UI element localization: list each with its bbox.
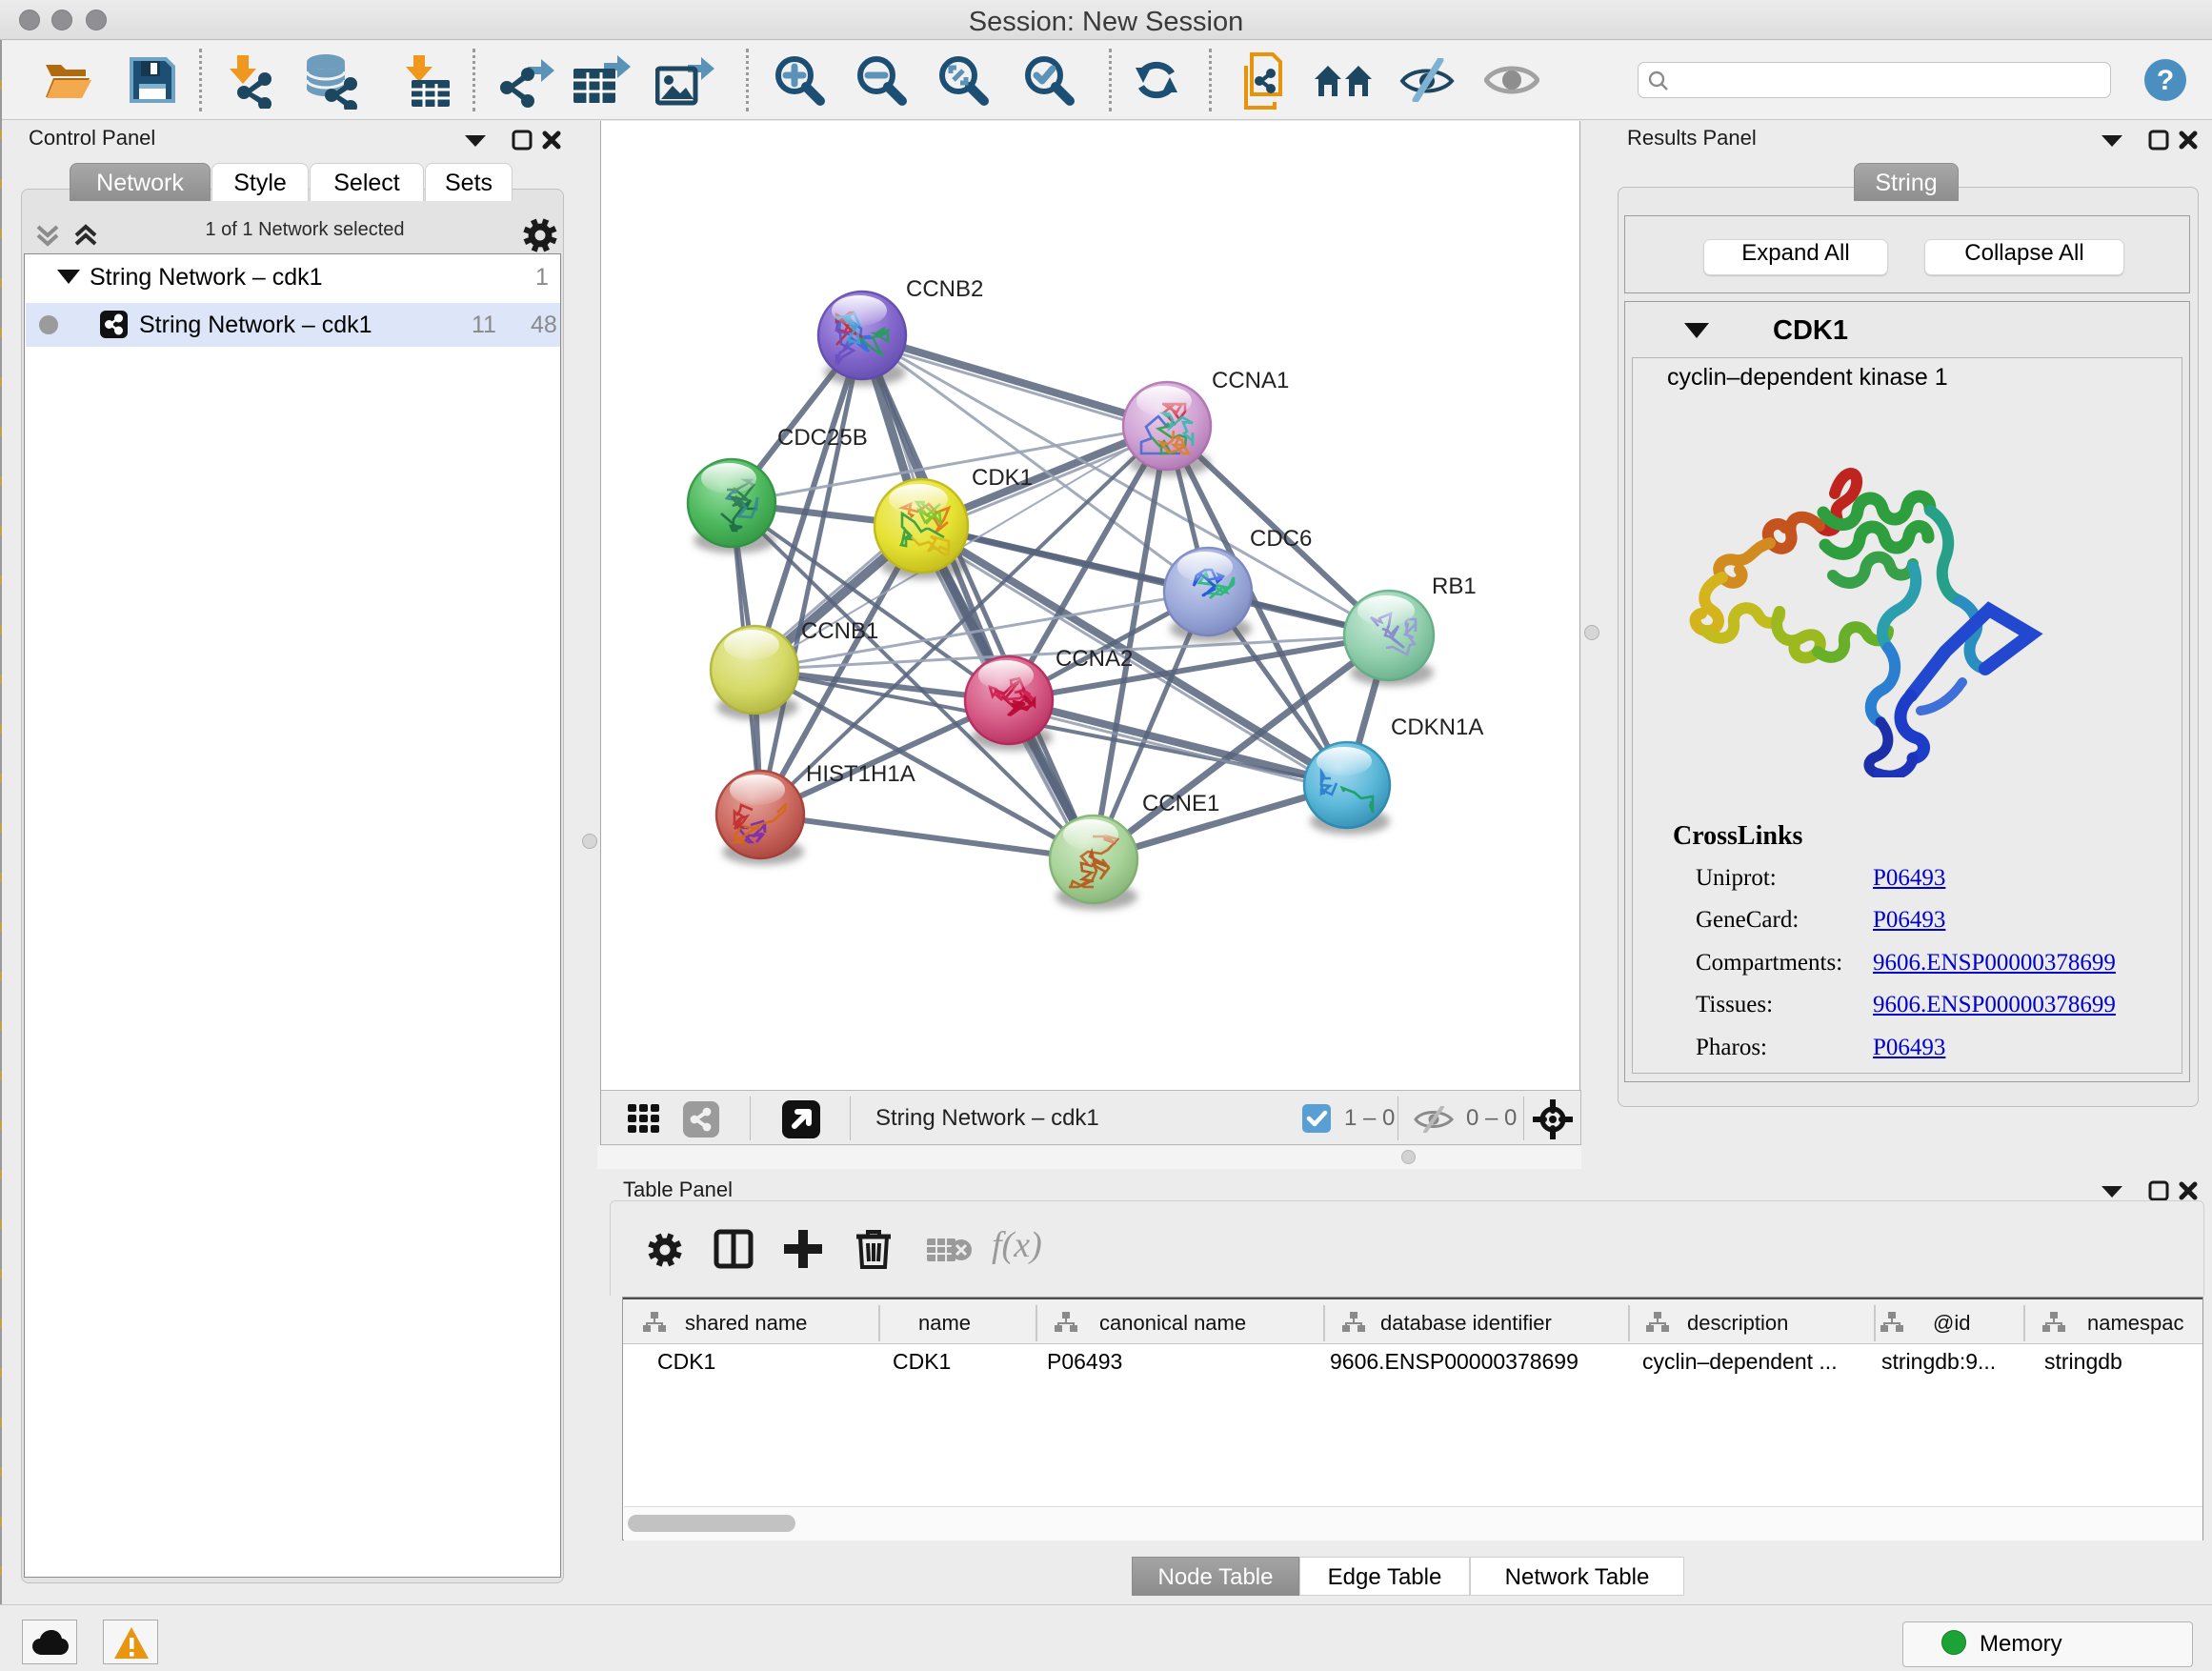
svg-text:CDKN1A: CDKN1A [1391,715,1483,740]
svg-text:CCNB1: CCNB1 [801,618,878,644]
svg-text:CDC6: CDC6 [1250,526,1312,552]
svg-text:CCNA2: CCNA2 [1056,646,1133,672]
svg-text:CDK1: CDK1 [972,465,1033,491]
svg-text:?: ? [2157,65,2174,96]
svg-text:HIST1H1A: HIST1H1A [806,761,915,787]
svg-text:CCNB2: CCNB2 [906,276,983,302]
svg-text:CDC25B: CDC25B [777,425,868,451]
svg-text:CCNA1: CCNA1 [1212,368,1289,393]
svg-text:CCNE1: CCNE1 [1142,791,1219,816]
svg-text:RB1: RB1 [1432,574,1477,599]
